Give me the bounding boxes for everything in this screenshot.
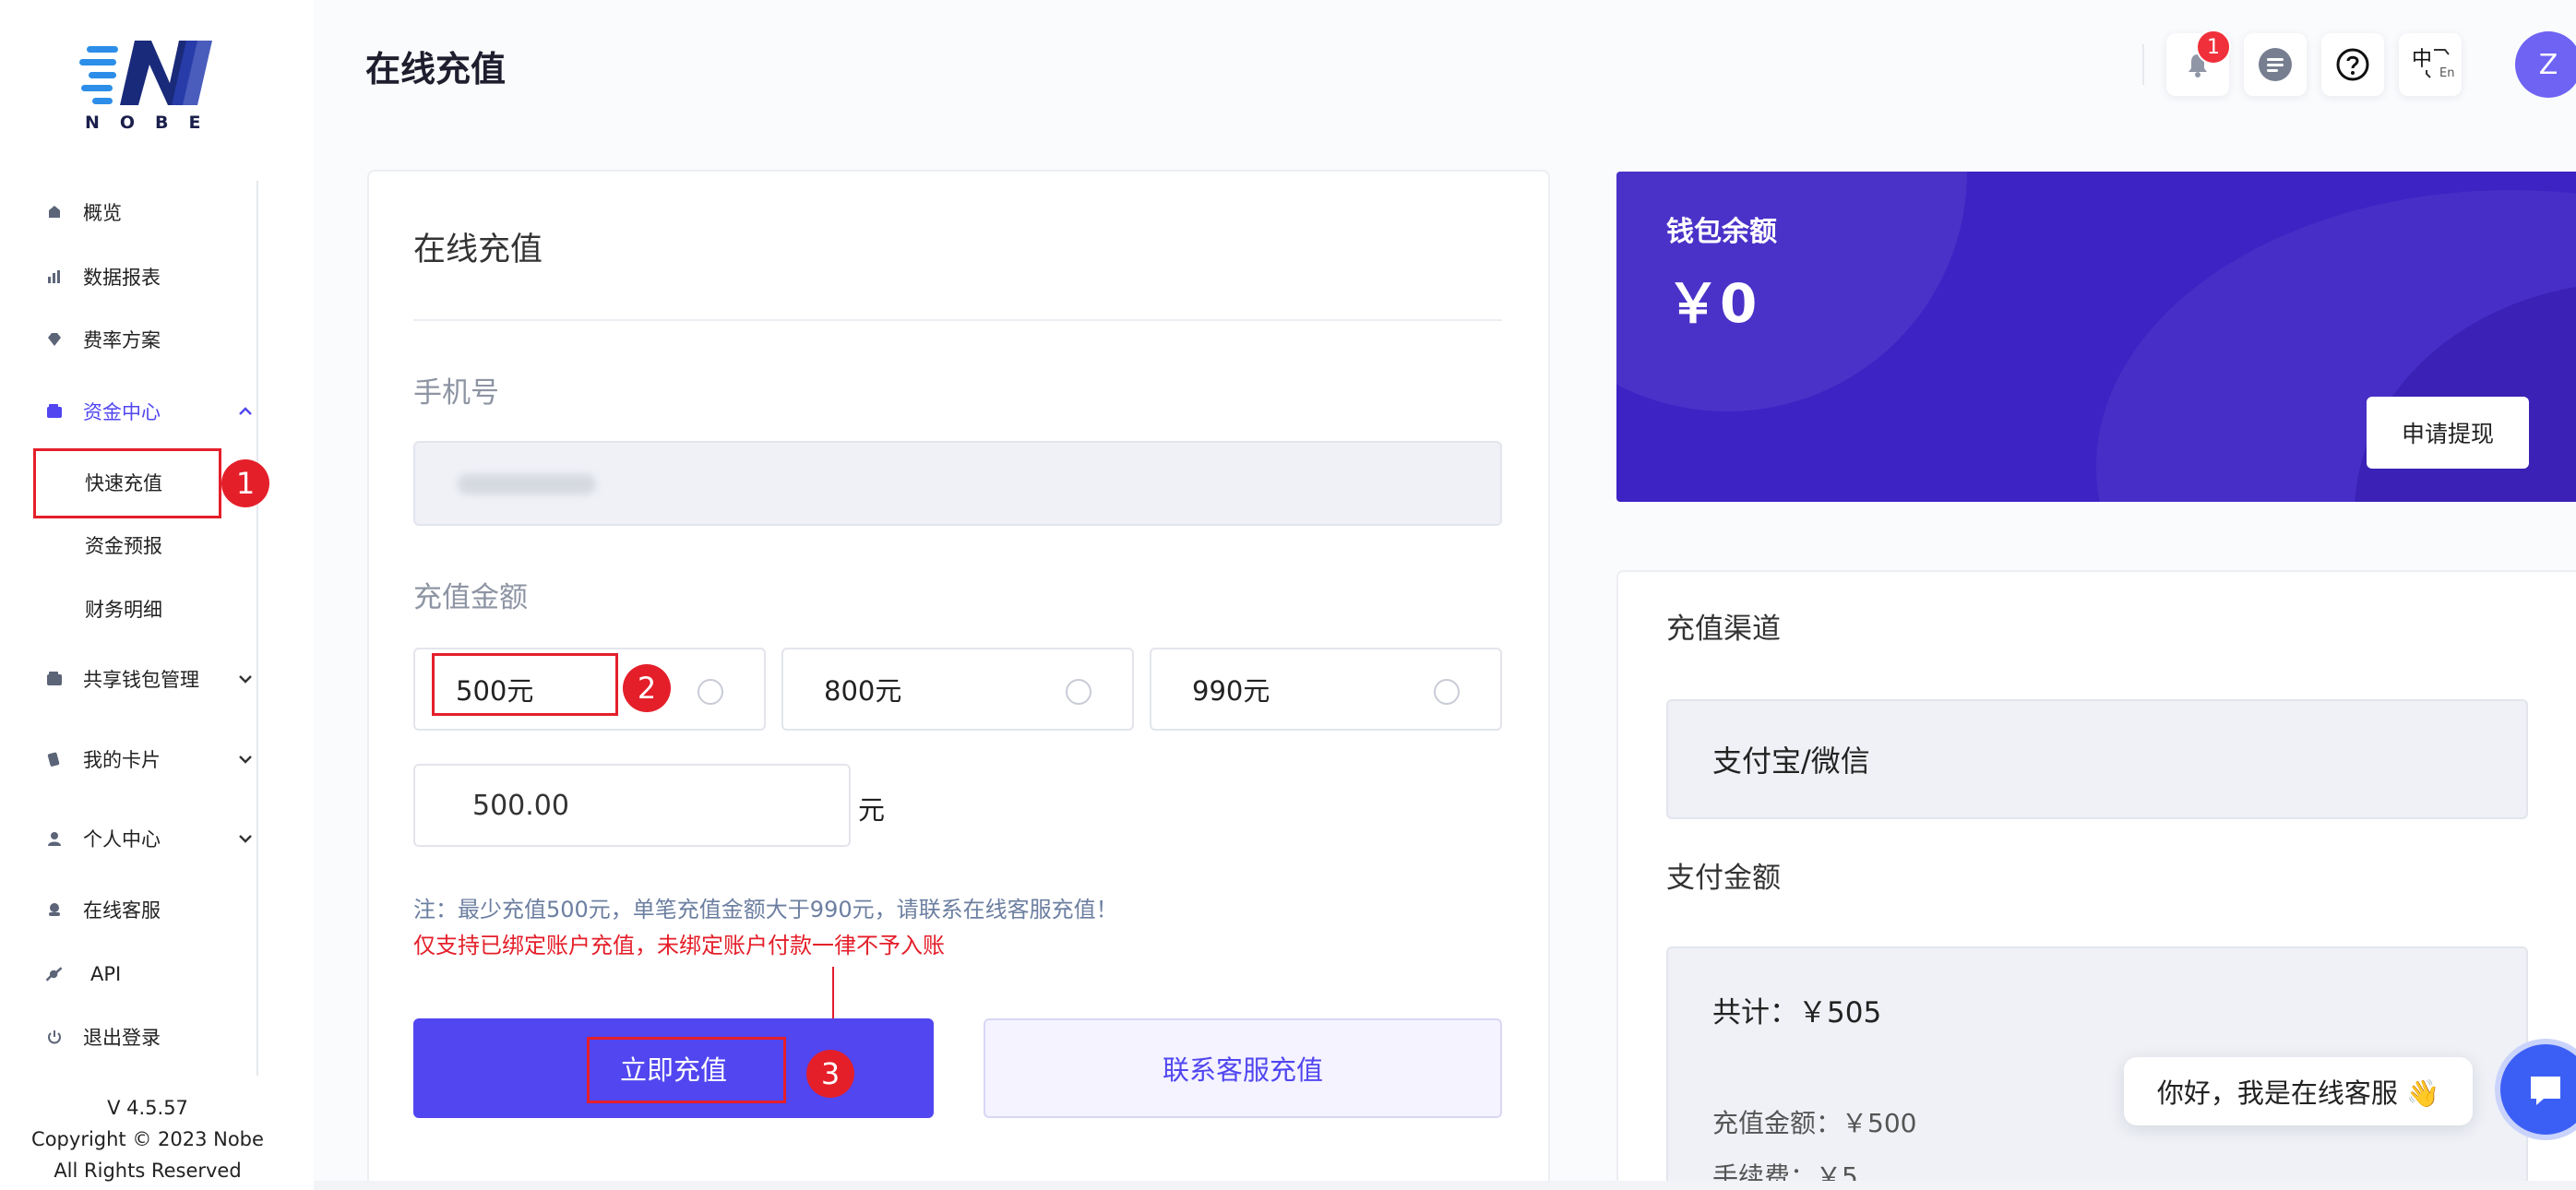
bottom-edge [314, 1181, 2576, 1190]
recharge-warning: 仅支持已绑定账户充值，未绑定账户付款一律不予入账 [413, 933, 945, 958]
contact-support-recharge-button[interactable]: 联系客服充值 [984, 1018, 1502, 1118]
app-version: V 4.5.57 [107, 1097, 188, 1119]
amount-option-radio[interactable] [698, 679, 723, 705]
channel-title: 充值渠道 [1666, 613, 1781, 646]
sidebar-item-overview[interactable]: 概览 [44, 194, 258, 231]
swap-icon [2426, 49, 2450, 78]
phone-number-redacted [458, 474, 596, 494]
sidebar-item-label: 我的卡片 [83, 749, 161, 771]
chevron-down-icon[interactable] [236, 670, 255, 688]
annotation-badge-2: 2 [623, 664, 671, 712]
page-title: 在线充值 [365, 49, 507, 89]
logo-text: NOBE [85, 113, 221, 133]
support-icon [44, 899, 65, 920]
channel-option-label: 支付宝/微信 [1712, 744, 1870, 779]
sidebar-item-rates[interactable]: 费率方案 [44, 321, 258, 358]
amount-option-radio[interactable] [1066, 679, 1091, 705]
annotation-badge-1: 1 [221, 459, 269, 507]
sidebar-item-reports[interactable]: 数据报表 [44, 258, 258, 295]
chevron-down-icon[interactable] [236, 750, 255, 768]
form-title-divider [413, 319, 1502, 321]
shared-wallet-icon [44, 669, 65, 689]
sidebar-item-funds[interactable]: 资金中心 [44, 393, 258, 430]
user-icon [44, 828, 65, 849]
sidebar-item-label: 在线客服 [83, 899, 161, 922]
channel-option[interactable]: 支付宝/微信 [1666, 699, 2528, 819]
sidebar-item-label: 退出登录 [83, 1027, 161, 1049]
amount-option-label: 990元 [1192, 675, 1270, 707]
annotation-connector [832, 967, 834, 1018]
annotation-box-1 [33, 448, 221, 518]
sidebar-item-my-cards[interactable]: 我的卡片 [44, 741, 258, 778]
payment-amount-title: 支付金额 [1666, 862, 1781, 895]
wallet-balance-amount: ￥0 [1666, 272, 1758, 335]
logo-mark-icon [79, 41, 212, 105]
sidebar-item-label: 个人中心 [83, 828, 161, 851]
sidebar-subitem-fund-forecast[interactable]: 资金预报 [85, 527, 162, 564]
overview-icon [44, 202, 65, 222]
sidebar-item-label: API [90, 963, 122, 985]
sidebar-divider [256, 181, 258, 1076]
user-avatar[interactable]: Z [2515, 31, 2576, 98]
sidebar-item-api[interactable]: API [44, 956, 258, 993]
annotation-badge-3: 3 [806, 1050, 854, 1098]
sidebar-subitem-label: 财务明细 [85, 599, 162, 621]
language-switch-button[interactable]: 中 En [2399, 33, 2462, 96]
amount-option-800[interactable]: 800元 [781, 648, 1134, 731]
amount-option-990[interactable]: 990元 [1150, 648, 1502, 731]
diamond-icon [44, 329, 65, 350]
payment-total: 共计：￥505 [1712, 996, 1882, 1029]
help-icon [2336, 48, 2369, 81]
sidebar-item-label: 共享钱包管理 [83, 669, 199, 691]
amount-label: 充值金额 [413, 581, 528, 614]
header-divider [2142, 44, 2144, 85]
api-icon [44, 964, 65, 984]
chart-icon [44, 267, 65, 287]
notification-count-badge: 1 [2196, 30, 2231, 65]
phone-label: 手机号 [413, 376, 499, 410]
chat-icon [2531, 1077, 2560, 1105]
annotation-box-2 [432, 653, 618, 716]
sidebar-item-label: 费率方案 [83, 329, 161, 351]
phone-field [413, 441, 1502, 526]
sidebar-item-logout[interactable]: 退出登录 [44, 1018, 258, 1055]
form-title: 在线充值 [413, 232, 543, 268]
annotation-box-3 [587, 1037, 786, 1103]
sidebar-item-label: 资金中心 [83, 401, 161, 423]
wallet-icon [44, 401, 65, 422]
wallet-balance-card: 钱包余额 ￥0 申请提现 [1616, 172, 2576, 502]
withdraw-button[interactable]: 申请提现 [2367, 397, 2529, 469]
sidebar-item-label: 数据报表 [83, 267, 161, 289]
wallet-balance-label: 钱包余额 [1666, 216, 1777, 248]
sidebar-item-personal[interactable]: 个人中心 [44, 820, 258, 857]
copyright: Copyright © 2023 Nobe [31, 1128, 264, 1150]
sidebar-subitem-financial-details[interactable]: 财务明细 [85, 590, 162, 627]
messages-button[interactable] [2244, 33, 2307, 96]
power-icon [44, 1027, 65, 1047]
amount-input[interactable]: 500.00 [413, 764, 851, 847]
chat-greeting-text: 你好，我是在线客服 👋 [2156, 1077, 2440, 1109]
contact-support-label: 联系客服充值 [1162, 1054, 1323, 1086]
amount-option-label: 800元 [824, 675, 902, 707]
message-icon [2259, 48, 2292, 81]
sidebar-item-label: 概览 [83, 202, 122, 224]
sidebar-item-shared-wallet[interactable]: 共享钱包管理 [44, 660, 258, 697]
recharge-note: 注：最少充值500元，单笔充值金额大于990元，请联系在线客服充值！ [413, 897, 1118, 922]
chevron-down-icon[interactable] [236, 829, 255, 848]
card-icon [44, 749, 65, 769]
sidebar-subitem-label: 资金预报 [85, 535, 162, 557]
sidebar-item-support[interactable]: 在线客服 [44, 891, 258, 928]
logo[interactable]: NOBE [79, 37, 218, 137]
chevron-up-icon[interactable] [236, 402, 255, 421]
help-button[interactable] [2321, 33, 2384, 96]
chat-greeting-bubble[interactable]: 你好，我是在线客服 👋 [2124, 1057, 2473, 1125]
payment-recharge-amount: 充值金额：￥500 [1712, 1108, 1917, 1138]
sidebar: NOBE 概览 数据报表 费率方案 资金中心 快速充值 1 资金预报 财务明细 … [0, 0, 314, 1190]
rights-reserved: All Rights Reserved [54, 1160, 242, 1182]
amount-option-radio[interactable] [1434, 679, 1460, 705]
amount-unit: 元 [858, 794, 886, 826]
